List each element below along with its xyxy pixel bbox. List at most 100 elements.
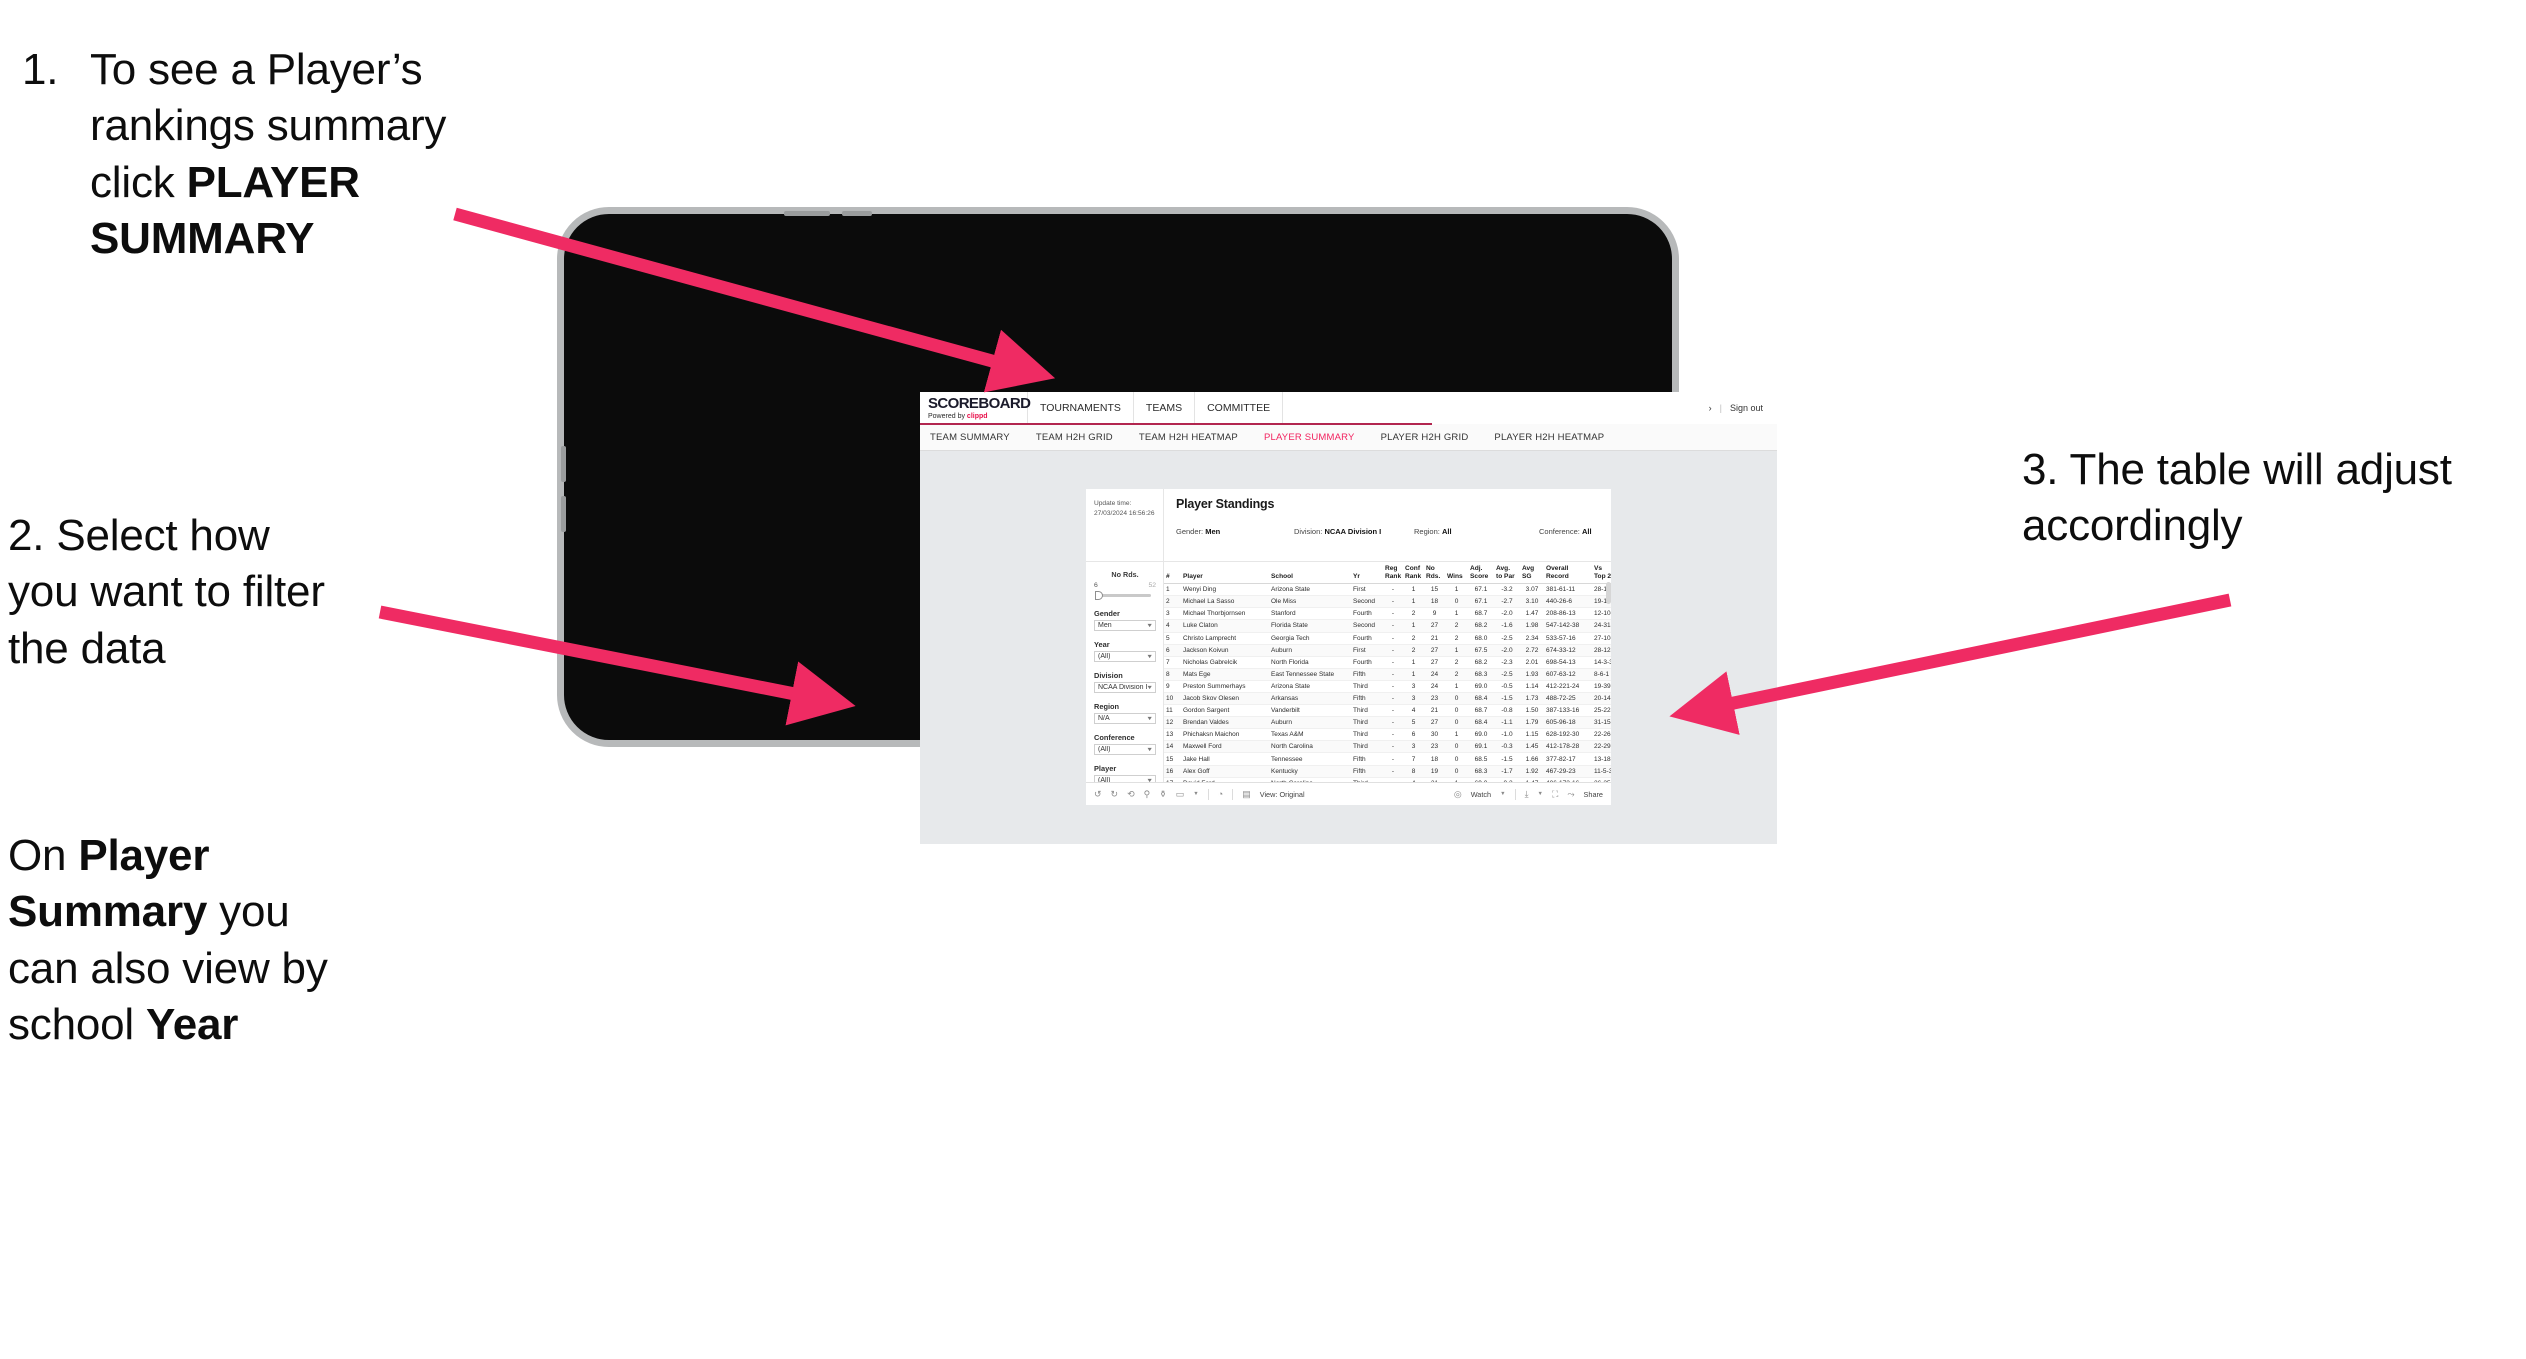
cell-adj-score: 69.1 [1468, 740, 1494, 754]
cell-vs-top-25: 11-5-3 [1592, 765, 1611, 778]
filter-division-select[interactable]: NCAA Division I ▼ [1094, 682, 1156, 693]
table-row[interactable]: 13 Phichaksn Maichon Texas A&M Third -6 30 1 69… [1164, 728, 1611, 742]
brand-logo[interactable]: SCOREBOARD Powered by clippd [920, 392, 1031, 424]
tab-player-h2h-heatmap[interactable]: PLAYER H2H HEATMAP [1494, 432, 1604, 443]
table-row[interactable]: 7 Nicholas Gabrelcik North Florida Fourth -1… [1164, 656, 1611, 669]
filter-year-select[interactable]: (All) ▼ [1094, 651, 1156, 662]
volume-up-button[interactable] [561, 446, 566, 482]
table-row[interactable]: 15 Jake Hall Tennessee Fifth -7 18 0 68.5 -1.5 1.… [1164, 752, 1611, 766]
sub-navigation: TEAM SUMMARY TEAM H2H GRID TEAM H2H HEAT… [920, 424, 1777, 451]
cell-yr: First [1351, 644, 1383, 657]
tab-team-summary[interactable]: TEAM SUMMARY [930, 432, 1010, 443]
view-icon[interactable]: ▤ [1242, 789, 1251, 800]
table-row[interactable]: 9 Preston Summerhays Arizona State Third -3 2… [1164, 680, 1611, 694]
no-rounds-slider[interactable]: No Rds. 6 52 [1094, 570, 1156, 600]
column-header-vs-top-25[interactable]: VsTop 25 [1592, 562, 1611, 585]
filter-gender-select[interactable]: Men ▼ [1094, 620, 1156, 631]
table-row[interactable]: 6 Jackson Koivun Auburn First -2 27 1 67.5 -2.0 2… [1164, 644, 1611, 657]
view-original-label[interactable]: View: Original [1260, 790, 1305, 799]
summary-filter-division-value: NCAA Division I [1324, 527, 1382, 536]
column-header-player[interactable]: Player [1181, 562, 1269, 585]
table-row[interactable]: 12 Brendan Valdes Auburn Third -5 27 0 68.4 -1.1… [1164, 716, 1611, 730]
slider-handle[interactable] [1095, 591, 1103, 600]
filter-shape-icon[interactable]: ▭ [1176, 789, 1185, 800]
cell-avg-sg: 2.72 [1520, 644, 1544, 657]
table-row[interactable]: 14 Maxwell Ford North Carolina Third -3 23 0 69… [1164, 740, 1611, 754]
column-header-adj-score[interactable]: Adj. Score [1468, 562, 1494, 585]
undo-icon[interactable]: ↺ [1094, 789, 1102, 800]
slider-track[interactable] [1094, 591, 1156, 600]
nav-teams[interactable]: TEAMS [1134, 392, 1196, 424]
history-icon[interactable]: ◔ [1218, 789, 1223, 799]
watch-icon[interactable]: ◎ [1454, 789, 1462, 800]
share-label[interactable]: Share [1584, 790, 1603, 799]
column-header-conf-rank[interactable]: Conf Rank [1403, 562, 1424, 585]
secondary-top-button[interactable] [842, 211, 872, 216]
tab-team-h2h-grid[interactable]: TEAM H2H GRID [1036, 432, 1113, 443]
cell-avg-to-par: -0.8 [1494, 704, 1520, 718]
cell-vs-top-25: 27-10-2 [1592, 632, 1611, 645]
table-row[interactable]: 3 Michael Thorbjornsen Stanford Fourth -2 9 1 6… [1164, 607, 1611, 621]
column-header-overall-record[interactable]: Overall Record [1544, 562, 1592, 585]
volume-down-button[interactable] [561, 496, 566, 532]
nav-committee[interactable]: COMMITTEE [1195, 392, 1284, 424]
download-icon[interactable]: ⤓ [1525, 789, 1529, 800]
tab-player-h2h-grid[interactable]: PLAYER H2H GRID [1381, 432, 1469, 443]
column-header-reg-rank[interactable]: Reg Rank [1383, 562, 1403, 585]
table-row[interactable]: 5 Christo Lamprecht Georgia Tech Fourth -2 21… [1164, 632, 1611, 645]
column-header-avg-sg[interactable]: Avg SG [1520, 562, 1544, 585]
table-row[interactable]: 8 Mats Ege East Tennessee State Fifth -1 24 2 6… [1164, 668, 1611, 681]
vertical-scrollbar[interactable] [1606, 582, 1611, 604]
table-row[interactable]: 17David FordNorth CarolinaThird-421169.0… [1164, 777, 1611, 782]
cell-overall-record: 377-82-17 [1544, 752, 1592, 766]
tab-team-h2h-heatmap[interactable]: TEAM H2H HEATMAP [1139, 432, 1238, 443]
cell-avg-sg: 1.73 [1520, 692, 1544, 706]
pause-updates-icon[interactable]: ⚱ [1159, 789, 1167, 800]
sign-out-link[interactable]: Sign out [1730, 403, 1763, 413]
column-header-no-rds[interactable]: No Rds. [1424, 562, 1445, 585]
summary-filter-region-value: All [1441, 527, 1452, 536]
cell-avg-to-par: -2.5 [1494, 668, 1520, 681]
table-row[interactable]: 16 Alex Goff Kentucky Fifth -8 19 0 68.3 -1.7 1.9… [1164, 765, 1611, 778]
column-header-yr[interactable]: Yr [1351, 562, 1383, 585]
redo-icon[interactable]: ↻ [1111, 789, 1119, 800]
cell-conf-rank: 4 [1403, 704, 1424, 718]
cell-: 8 [1164, 668, 1181, 681]
power-button[interactable] [784, 211, 830, 216]
refresh-icon[interactable]: ⚲ [1144, 789, 1151, 800]
cell-reg-rank: - [1383, 607, 1403, 621]
filter-conference-select[interactable]: (All) ▼ [1094, 744, 1156, 755]
revert-icon[interactable]: ⟲ [1127, 789, 1135, 800]
chevron-down-icon[interactable]: ▼ [1193, 791, 1198, 797]
standings-table-wrapper: # Player School Yr Reg Rank Conf Rank No Rds. Wins… [1164, 562, 1611, 782]
cell-avg-to-par: -1.1 [1494, 716, 1520, 730]
cell-overall-record: 533-57-16 [1544, 632, 1592, 645]
table-row[interactable]: 2 Michael La Sasso Ole Miss Second -1 18 0 67.1… [1164, 595, 1611, 609]
column-header-avg-to-par[interactable]: Avg. to Par [1494, 562, 1520, 585]
column-header-[interactable]: # [1164, 562, 1181, 585]
cell-wins: 0 [1445, 704, 1468, 718]
account-chevron-icon[interactable]: › [1709, 403, 1712, 413]
column-header-wins[interactable]: Wins [1445, 562, 1468, 585]
cell-school: Texas A&M [1269, 728, 1351, 742]
chevron-down-icon[interactable]: ▼ [1538, 791, 1543, 797]
table-header-row: # Player School Yr Reg Rank Conf Rank No Rds. Wins… [1164, 562, 1611, 585]
table-row[interactable]: 1 Wenyi Ding Arizona State First -1 15 1 67.1 -3… [1164, 583, 1611, 597]
chevron-down-icon[interactable]: ▼ [1500, 791, 1505, 797]
tab-player-summary[interactable]: PLAYER SUMMARY [1264, 432, 1355, 443]
filter-year-value: (All) [1098, 653, 1111, 660]
table-row[interactable]: 11 Gordon Sargent Vanderbilt Third -4 21 0 68.7… [1164, 704, 1611, 718]
fullscreen-icon[interactable]: ⛶ [1552, 789, 1558, 800]
cell-reg-rank: - [1383, 716, 1403, 730]
cell-wins: 0 [1445, 740, 1468, 754]
share-icon[interactable]: ⤳ [1567, 789, 1574, 800]
watch-label[interactable]: Watch [1471, 790, 1491, 799]
cell-overall-record: 547-142-38 [1544, 619, 1592, 633]
column-header-school[interactable]: School [1269, 562, 1351, 585]
summary-filter-gender-label: Gender: [1176, 527, 1204, 536]
filter-region-select[interactable]: N/A ▼ [1094, 713, 1156, 724]
table-row[interactable]: 4 Luke Claton Florida State Second -1 27 2 68.2… [1164, 619, 1611, 633]
cell-player: Luke Claton [1181, 619, 1269, 633]
table-row[interactable]: 10 Jacob Skov Olesen Arkansas Fifth -3 23 0 68.… [1164, 692, 1611, 706]
nav-tournaments[interactable]: TOURNAMENTS [1028, 392, 1134, 424]
